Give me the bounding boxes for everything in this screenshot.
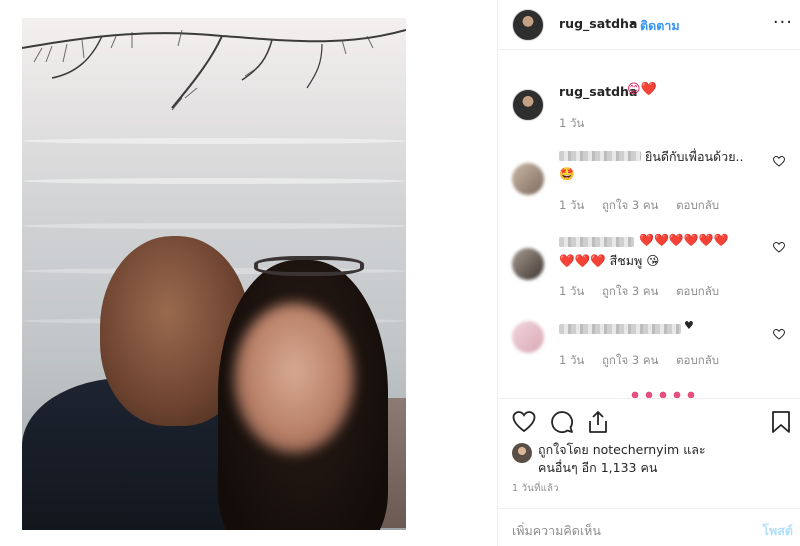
blurred-username (559, 237, 634, 247)
post-comment-button[interactable]: โพสต์ (762, 521, 793, 541)
reply-button[interactable]: ตอบกลับ (676, 353, 719, 367)
post-image-panel (0, 0, 497, 546)
sunglasses (254, 256, 364, 276)
comment-like-heart-icon[interactable] (773, 242, 785, 253)
comment-meta: 1 วัน ถูกใจ 3 คน ตอบกลับ (559, 283, 733, 301)
post-side-panel: rug_satdha • ติดตาม ··· rug_satdha 😊❤️ 1… (497, 0, 800, 546)
likes-line1: ถูกใจโดย notechernyim และ (538, 442, 706, 457)
comment-time: 1 วัน (559, 284, 585, 298)
post-photo[interactable] (22, 18, 406, 530)
comment-avatar[interactable] (512, 321, 544, 353)
post-timestamp: 1 วันที่แล้ว (512, 483, 559, 494)
blurred-username (559, 324, 681, 334)
liker-avatar[interactable] (512, 443, 532, 463)
comment-likes[interactable]: ถูกใจ 3 คน (602, 284, 658, 298)
partial-comment (628, 391, 698, 398)
blurred-face (234, 303, 354, 453)
comment-text-line2: ❤️❤️❤️ สีชมพู 😘 (559, 253, 660, 268)
separator-dot: • (629, 16, 637, 31)
comment-avatar[interactable] (512, 163, 544, 195)
caption-emoji: 😊❤️ (627, 82, 657, 97)
reply-button[interactable]: ตอบกลับ (676, 284, 719, 298)
comment-time: 1 วัน (559, 198, 585, 212)
comment-text: ♥ (684, 319, 694, 332)
comment-meta: 1 วัน ถูกใจ 3 คน ตอบกลับ (559, 197, 733, 215)
more-options-icon[interactable]: ··· (773, 12, 793, 33)
comment-input[interactable]: เพิ่มความคิดเห็น (512, 521, 601, 541)
author-avatar[interactable] (512, 9, 544, 41)
instagram-post-page: rug_satdha • ติดตาม ··· rug_satdha 😊❤️ 1… (0, 0, 800, 546)
caption-username[interactable]: rug_satdha (559, 84, 637, 99)
add-comment-bar: เพิ่มความคิดเห็น โพสต์ (498, 508, 800, 546)
reply-button[interactable]: ตอบกลับ (676, 198, 719, 212)
comment-text-line2: 🤩 (559, 166, 575, 181)
caption-meta: 1 วัน (559, 115, 598, 133)
comment-icon[interactable] (550, 410, 574, 434)
follow-button[interactable]: ติดตาม (640, 16, 680, 36)
comment-likes[interactable]: ถูกใจ 3 คน (602, 198, 658, 212)
post-header: rug_satdha • ติดตาม ··· (498, 0, 800, 50)
heart-icon[interactable] (512, 410, 536, 434)
comment-avatar[interactable] (512, 248, 544, 280)
tree-branch-graphic (22, 29, 406, 111)
caption-avatar[interactable] (512, 89, 544, 121)
comment-like-heart-icon[interactable] (773, 329, 785, 340)
comment-meta: 1 วัน ถูกใจ 3 คน ตอบกลับ (559, 352, 733, 370)
share-icon[interactable] (586, 410, 610, 434)
likes-summary[interactable]: ถูกใจโดย notechernyim และ คนอื่นๆ อีก 1,… (538, 441, 788, 477)
comment-likes[interactable]: ถูกใจ 3 คน (602, 353, 658, 367)
comment-time: 1 วัน (559, 353, 585, 367)
comment-text: ยินดีกับเพื่อนด้วย.. (645, 149, 744, 164)
comment-like-heart-icon[interactable] (773, 156, 785, 167)
author-username[interactable]: rug_satdha (559, 16, 637, 31)
bookmark-icon[interactable] (769, 410, 793, 434)
comment-text: ❤️❤️❤️❤️❤️❤️ (639, 233, 729, 247)
caption-time: 1 วัน (559, 116, 585, 130)
comments-list[interactable]: rug_satdha 😊❤️ 1 วัน ยินดีกับเพื่อนด้วย.… (498, 51, 800, 398)
likes-line2: คนอื่นๆ อีก 1,133 คน (538, 460, 658, 475)
blurred-username (559, 151, 641, 161)
